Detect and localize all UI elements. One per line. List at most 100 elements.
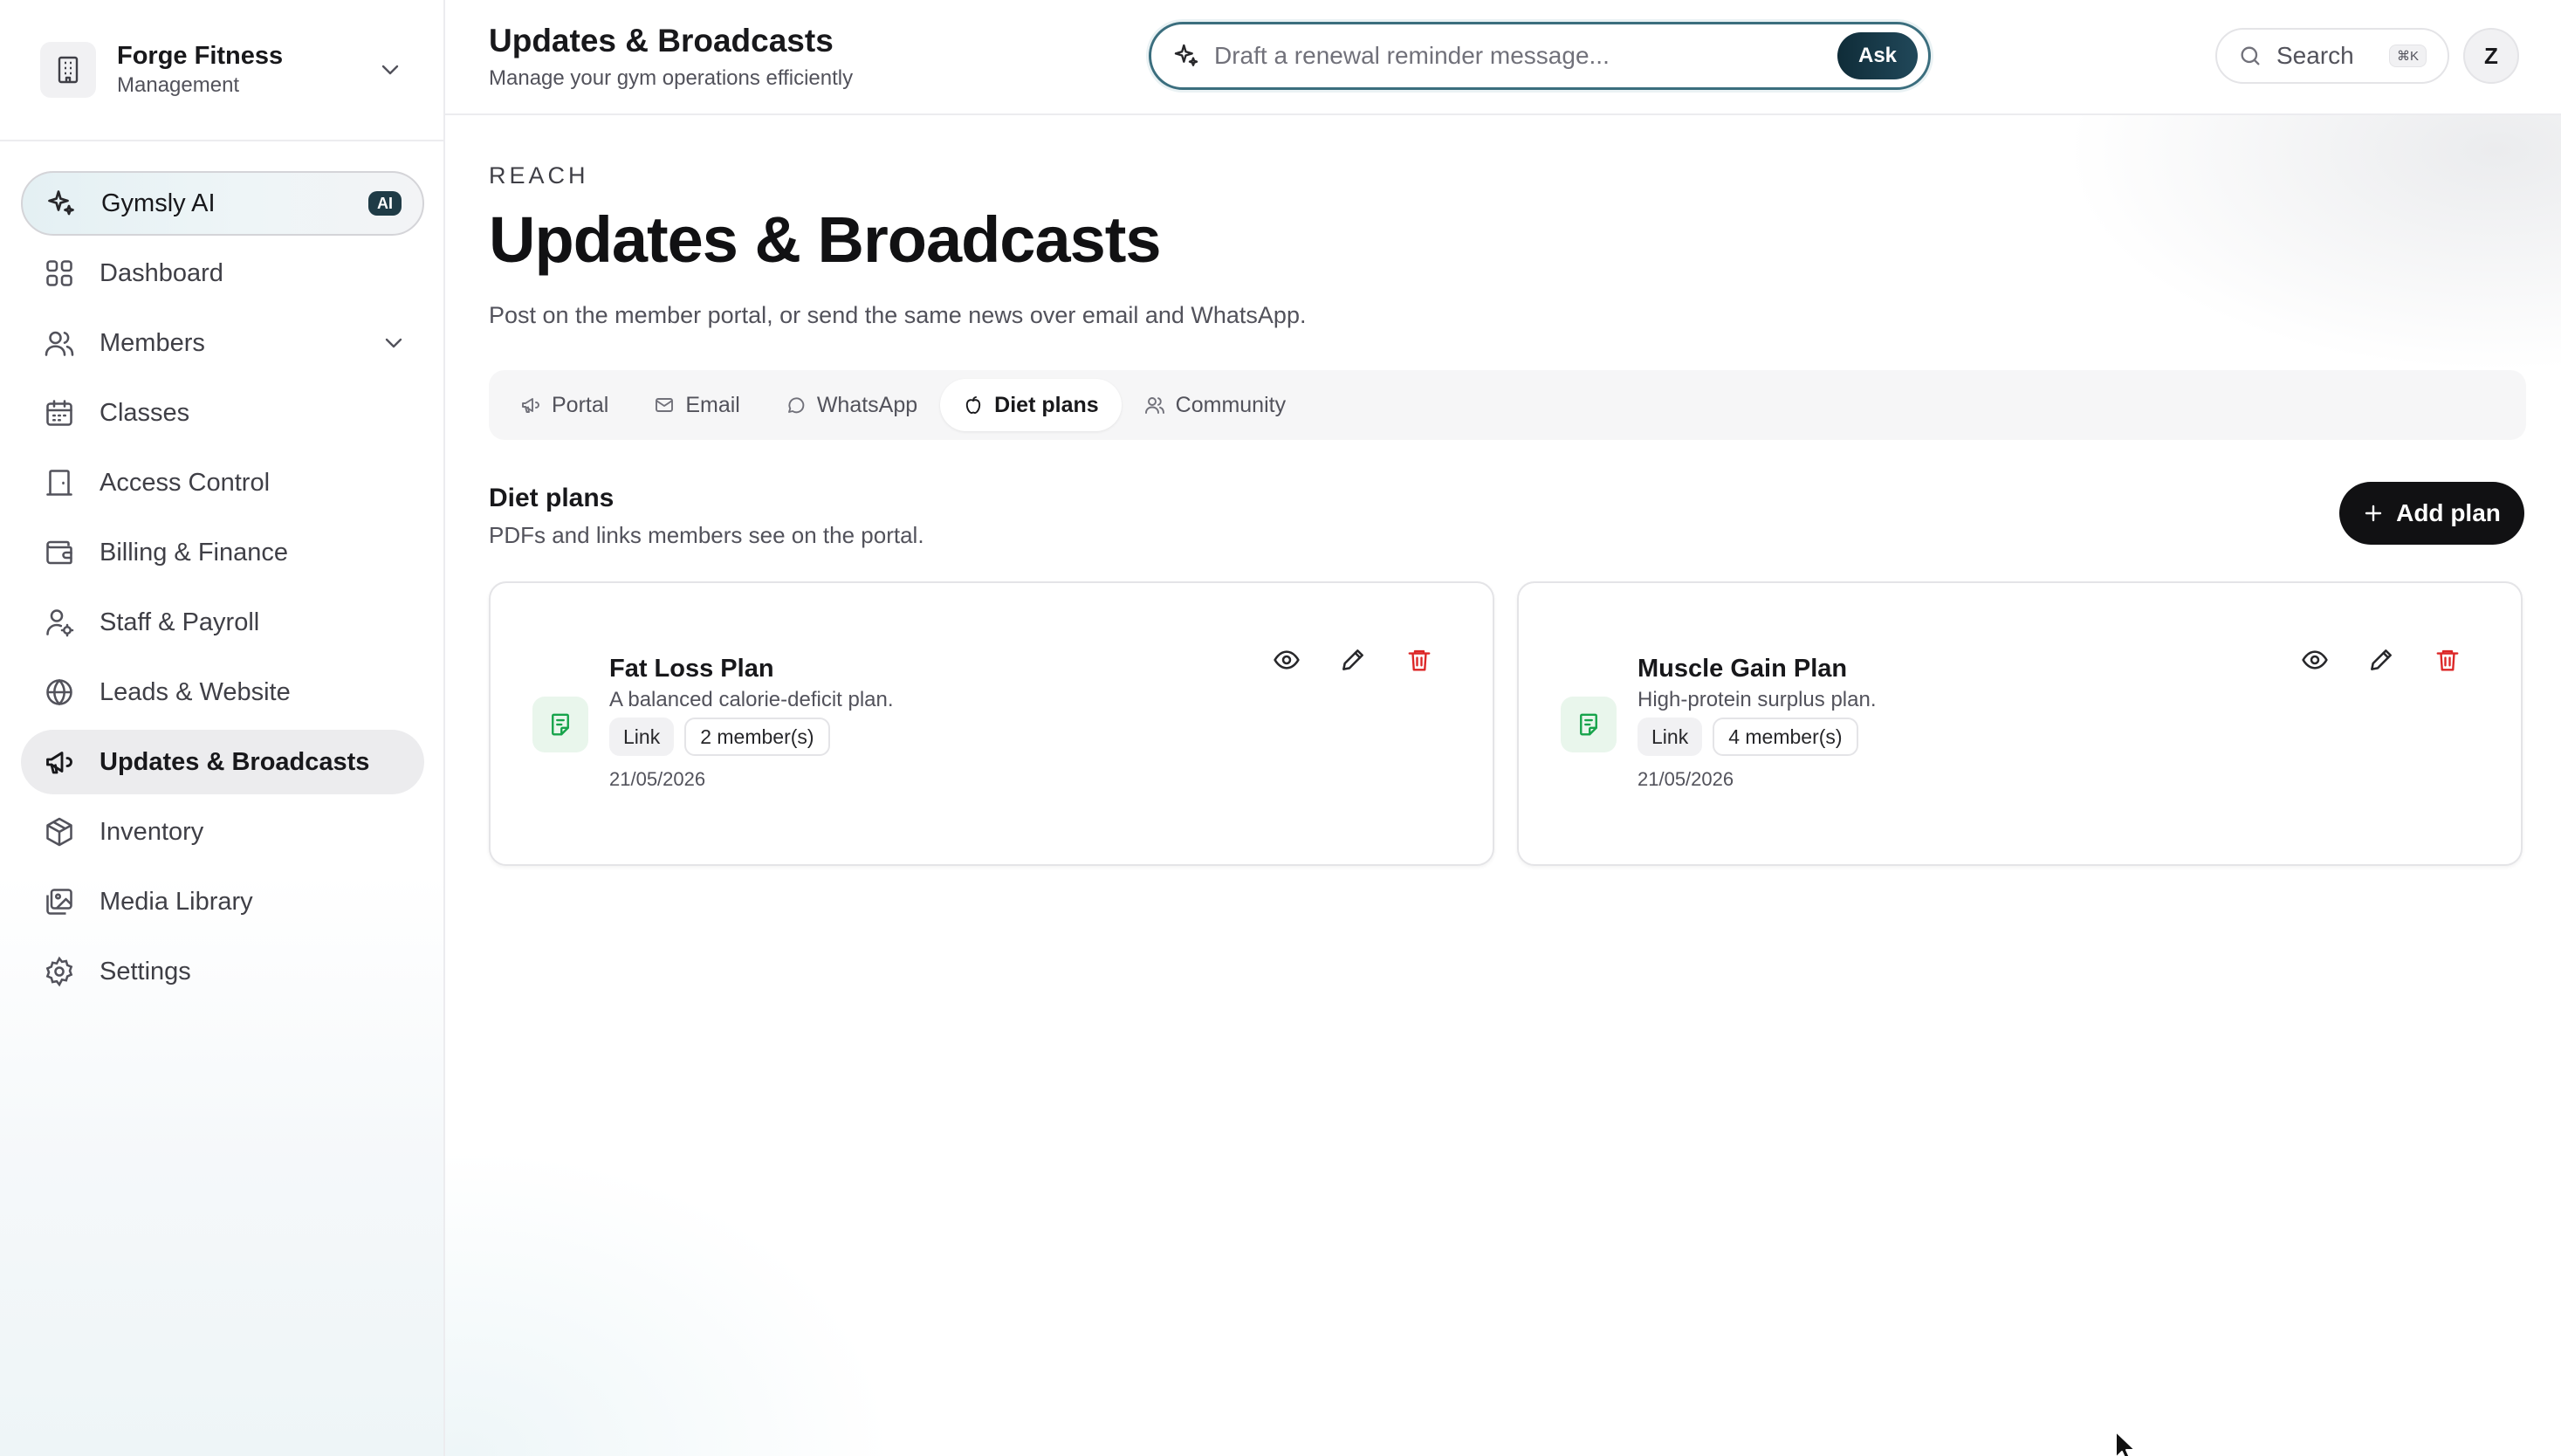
diet-plan-card: Muscle Gain Plan High-protein surplus pl… [1517,581,2523,866]
org-role: Management [117,73,240,97]
sidebar-item-label: Updates & Broadcasts [100,747,370,776]
sidebar-item-staff-payroll[interactable]: Staff & Payroll [21,590,424,655]
top-bar: Updates & Broadcasts Manage your gym ope… [445,0,2561,115]
sidebar-item-billing-finance[interactable]: Billing & Finance [21,520,424,585]
sidebar-item-label: Billing & Finance [100,538,288,567]
door-icon [42,465,77,500]
chevron-down-icon [384,337,403,349]
search-button[interactable]: Search ⌘K [2215,28,2449,84]
search-label: Search [2276,42,2354,69]
sidebar-item-inventory[interactable]: Inventory [21,800,424,864]
user-avatar[interactable]: Z [2463,28,2519,84]
search-shortcut: ⌘K [2388,45,2427,67]
sidebar: Forge Fitness Management Gymsly AI AI Da… [0,0,445,1456]
section-title: Diet plans [489,484,615,512]
sparkles-icon [44,186,79,221]
wallet-icon [42,535,77,570]
sidebar-item-label: Classes [100,398,190,427]
sidebar-item-label: Members [100,328,205,357]
users-icon [1144,395,1165,416]
edit-plan-button[interactable] [2355,634,2407,686]
plan-members-badge: 2 member(s) [684,718,830,756]
apple-icon [963,395,984,416]
header-title: Updates & Broadcasts [489,23,834,58]
plan-date: 21/05/2026 [609,768,706,790]
grid-icon [42,256,77,291]
sidebar-item-label: Leads & Website [100,677,291,706]
sidebar-item-settings[interactable]: Settings [21,939,424,1004]
sparkles-icon [1172,42,1200,70]
plus-icon [2363,503,2384,524]
ai-badge: AI [368,191,402,216]
tab-label: Portal [552,392,609,417]
org-name: Forge Fitness [117,42,284,70]
delete-plan-button[interactable] [1393,634,1445,686]
add-plan-button[interactable]: Add plan [2339,482,2524,545]
trash-icon [2434,647,2461,673]
tab-diet-plans[interactable]: Diet plans [940,379,1122,431]
edit-plan-button[interactable] [1327,634,1379,686]
tab-portal[interactable]: Portal [498,379,631,431]
sidebar-item-leads-website[interactable]: Leads & Website [21,660,424,725]
channel-tabs: Portal Email WhatsApp Diet plans Communi… [489,370,2526,440]
pencil-icon [1339,646,1367,674]
sidebar-item-label: Gymsly AI [101,189,216,217]
trash-icon [1406,647,1432,673]
sidebar-item-access-control[interactable]: Access Control [21,450,424,515]
mail-icon [654,395,675,416]
sidebar-item-label: Access Control [100,468,271,497]
sidebar-item-media-library[interactable]: Media Library [21,869,424,934]
sidebar-item-label: Inventory [100,817,204,846]
tab-label: Email [685,392,740,417]
user-cog-icon [42,605,77,640]
delete-plan-button[interactable] [2421,634,2474,686]
tab-whatsapp[interactable]: WhatsApp [763,379,940,431]
plan-date: 21/05/2026 [1638,768,1734,790]
sidebar-item-dashboard[interactable]: Dashboard [21,241,424,306]
tab-community[interactable]: Community [1122,379,1308,431]
add-plan-label: Add plan [2396,499,2501,526]
sidebar-item-gymsly-ai[interactable]: Gymsly AI AI [21,171,424,236]
search-icon [2238,44,2262,68]
sidebar-item-label: Media Library [100,887,253,916]
tab-label: Diet plans [994,392,1099,417]
users-icon [42,326,77,361]
tab-email[interactable]: Email [631,379,763,431]
section-subtitle: PDFs and links members see on the portal… [489,522,924,548]
eye-icon [1273,646,1301,674]
main-content: REACH Updates & Broadcasts Post on the m… [445,115,2561,1456]
sidebar-item-updates-broadcasts[interactable]: Updates & Broadcasts [21,730,424,794]
sidebar-nav: Gymsly AI AI Dashboard Members Classes A… [21,171,424,1009]
plan-type-badge: Link [609,718,675,756]
sidebar-item-label: Dashboard [100,258,223,287]
org-switcher[interactable]: Forge Fitness Management [21,21,424,119]
chevron-down-icon [381,64,400,76]
header-subtitle: Manage your gym operations efficiently [489,66,854,90]
plan-title: Muscle Gain Plan [1638,655,1848,683]
page-description: Post on the member portal, or send the s… [489,302,1307,328]
ai-ask-box: Ask [1149,22,1931,90]
building-icon [40,42,96,98]
sidebar-item-members[interactable]: Members [21,311,424,375]
ai-prompt-input[interactable] [1214,42,1837,70]
gear-icon [42,954,77,989]
page-title: Updates & Broadcasts [489,203,1162,276]
plan-type-badge: Link [1638,718,1703,756]
view-plan-button[interactable] [1260,634,1313,686]
chat-bubble-icon [786,395,807,416]
images-icon [42,884,77,919]
eye-icon [2301,646,2329,674]
sidebar-item-label: Staff & Payroll [100,608,260,636]
diet-plan-card: Fat Loss Plan A balanced calorie-deficit… [489,581,1494,866]
view-plan-button[interactable] [2289,634,2341,686]
tab-label: WhatsApp [816,392,918,417]
sidebar-item-classes[interactable]: Classes [21,381,424,445]
megaphone-icon [520,395,541,416]
calendar-icon [42,395,77,430]
sidebar-item-label: Settings [100,957,191,986]
ask-button[interactable]: Ask [1837,32,1918,79]
pencil-icon [2367,646,2395,674]
box-icon [42,814,77,849]
plan-title: Fat Loss Plan [609,655,774,683]
page-eyebrow: REACH [489,162,589,189]
